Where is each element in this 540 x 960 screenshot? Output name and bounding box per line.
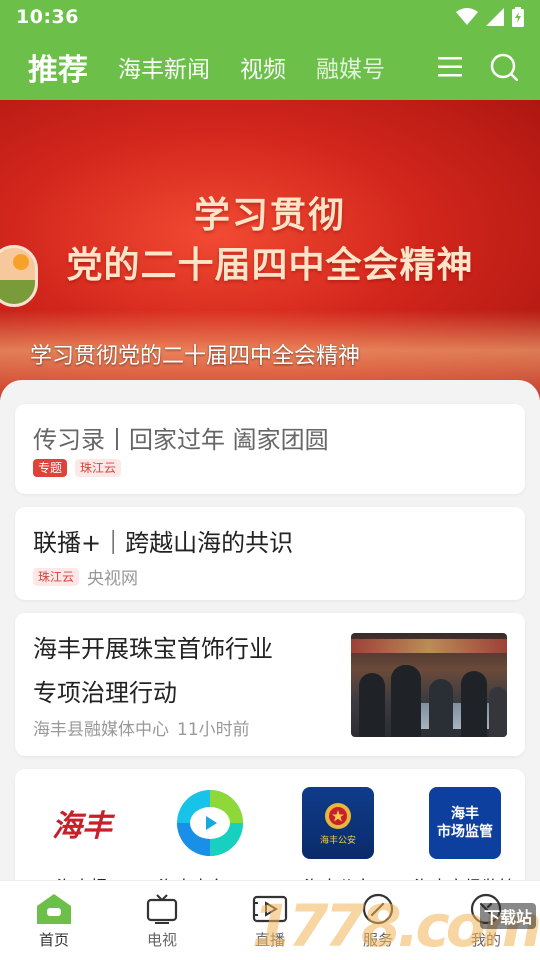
bottom-nav-tv[interactable]: 电视 xyxy=(108,881,216,960)
content-sheet: 传习录丨回家过年 阖家团圆 专题 珠江云 联播+｜跨越山海的共识 珠江云 央视网… xyxy=(0,380,540,899)
wifi-icon xyxy=(456,8,478,25)
fm-radio-icon xyxy=(174,787,246,859)
banner-image-title-line2: 党的二十届四中全会精神 xyxy=(66,245,474,286)
hero-banner[interactable]: 学习贯彻 党的二十届四中全会精神 学习贯彻党的二十届四中全会精神 xyxy=(0,100,540,400)
news-thumbnail xyxy=(351,633,507,737)
news-card[interactable]: 传习录丨回家过年 阖家团圆 专题 珠江云 xyxy=(15,404,525,494)
battery-icon xyxy=(512,7,524,27)
haifeng-newspaper-icon: 海丰 xyxy=(52,809,112,844)
news-source: 央视网 xyxy=(87,569,139,589)
site-watermark-badge: 下载站 xyxy=(479,903,536,929)
tab-video[interactable]: 视频 xyxy=(240,50,286,84)
bottom-nav-home[interactable]: 首页 xyxy=(0,881,108,960)
news-title: 传习录丨回家过年 阖家团圆 xyxy=(33,426,329,454)
search-icon[interactable] xyxy=(490,53,518,81)
news-card[interactable]: 联播+｜跨越山海的共识 珠江云 央视网 xyxy=(15,507,525,600)
home-icon xyxy=(37,894,71,924)
news-title: 联播+｜跨越山海的共识 xyxy=(33,529,294,557)
signal-icon xyxy=(486,8,504,26)
status-icons xyxy=(456,7,524,27)
tv-icon xyxy=(146,894,178,924)
tab-haifeng-news[interactable]: 海丰新闻 xyxy=(118,50,210,84)
status-bar: 10:36 xyxy=(0,0,540,34)
banner-image-title-line1: 学习贯彻 xyxy=(193,195,346,236)
menu-icon[interactable] xyxy=(438,56,462,78)
floating-image-icon[interactable] xyxy=(0,245,38,307)
tab-recommend[interactable]: 推荐 xyxy=(28,45,88,89)
news-time: 11小时前 xyxy=(177,720,250,740)
tag-source: 珠江云 xyxy=(75,459,122,477)
tag-special: 专题 xyxy=(33,459,68,477)
news-source: 海丰县融媒体中心 xyxy=(33,720,169,740)
police-badge-icon: 海丰公安 xyxy=(302,787,374,859)
tab-media-accounts[interactable]: 融媒号 xyxy=(316,50,385,84)
news-card-with-image[interactable]: 海丰开展珠宝首饰行业 专项治理行动 海丰县融媒体中心 11小时前 xyxy=(15,613,525,756)
status-time: 10:36 xyxy=(16,6,79,28)
tag-source: 珠江云 xyxy=(33,567,80,586)
banner-caption: 学习贯彻党的二十届四中全会精神 xyxy=(30,344,361,369)
market-regulation-icon: 海丰 市场监管 xyxy=(429,787,501,859)
top-nav: 推荐 海丰新闻 视频 融媒号 xyxy=(0,34,540,100)
